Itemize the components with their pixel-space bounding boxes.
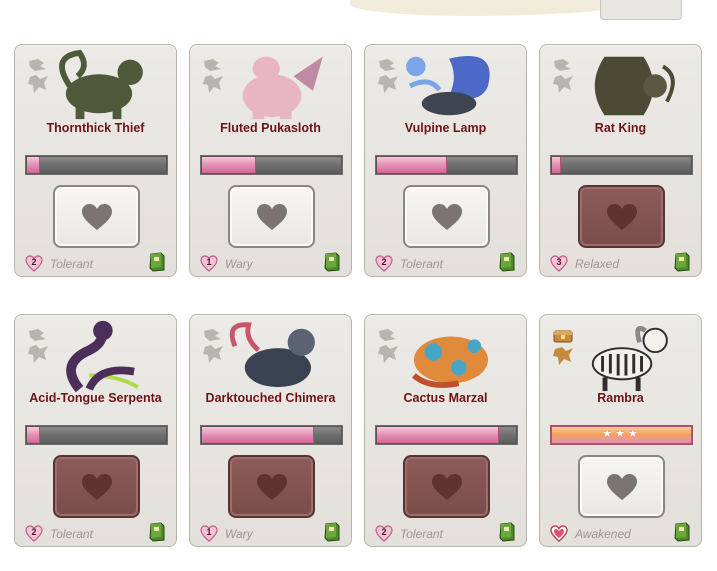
heart-icon <box>256 473 287 500</box>
mood-label: Wary <box>225 527 253 541</box>
mood-level: 2 <box>381 257 387 267</box>
bond-progress-bar <box>200 155 343 175</box>
mood-level: 1 <box>206 527 212 537</box>
bestiary-book-icon[interactable] <box>673 252 691 272</box>
bond-progress-bar <box>200 425 343 445</box>
familiar-card: Cactus Marzal 2 Tolerant <box>364 314 527 547</box>
bestiary-book-icon[interactable] <box>673 522 691 542</box>
dragon-silhouette-icon <box>376 327 402 367</box>
familiar-name: Fluted Pukasloth <box>220 121 321 135</box>
awakened-heart-icon <box>550 525 568 542</box>
heart-icon <box>81 473 112 500</box>
bestiary-book-icon[interactable] <box>323 522 341 542</box>
bond-progress-bar <box>25 425 168 445</box>
mood-label: Tolerant <box>400 527 443 541</box>
familiar-card: Thornthick Thief 2 Tolerant <box>14 44 177 277</box>
mood-indicator: 2 Tolerant <box>375 255 495 273</box>
familiar-name: Cactus Marzal <box>403 391 488 405</box>
familiar-name: Thornthick Thief <box>46 121 145 135</box>
familiar-portrait[interactable] <box>564 47 684 123</box>
dragon-silhouette-icon <box>26 327 52 367</box>
mood-indicator: 1 Wary <box>200 255 320 273</box>
mood-label: Tolerant <box>50 527 93 541</box>
mood-label: Awakened <box>575 527 631 541</box>
familiar-name: Darktouched Chimera <box>205 391 336 405</box>
mood-label: Wary <box>225 257 253 271</box>
bond-heart-button[interactable] <box>403 455 490 518</box>
mood-level: 2 <box>31 257 37 267</box>
familiar-portrait[interactable] <box>564 317 684 393</box>
heart-icon <box>256 203 287 230</box>
mood-label: Relaxed <box>575 257 620 271</box>
heart-icon <box>606 473 637 500</box>
heart-icon <box>431 203 462 230</box>
bond-heart-button[interactable] <box>228 455 315 518</box>
familiar-card: Rambra ★★★ Awakened <box>539 314 702 547</box>
awakened-stars: ★★★ <box>602 427 641 440</box>
background-pillar <box>600 0 682 20</box>
bond-heart-button[interactable] <box>228 185 315 248</box>
familiar-name: Rambra <box>597 391 644 405</box>
familiar-portrait[interactable] <box>39 317 159 393</box>
familiar-name: Rat King <box>594 121 647 135</box>
familiar-portrait[interactable] <box>214 317 334 393</box>
heart-icon <box>606 203 637 230</box>
dragon-silhouette-icon <box>201 327 227 367</box>
mood-indicator: 2 Tolerant <box>25 525 145 543</box>
bond-heart-button[interactable] <box>578 185 665 248</box>
familiar-portrait[interactable] <box>214 47 334 123</box>
heart-icon <box>431 473 462 500</box>
familiar-name: Acid-Tongue Serpenta <box>29 391 162 405</box>
mood-level: 1 <box>206 257 212 267</box>
bond-heart-button[interactable] <box>53 455 140 518</box>
mood-indicator: 2 Tolerant <box>25 255 145 273</box>
mood-indicator: 1 Wary <box>200 525 320 543</box>
familiar-card: Rat King 3 Relaxed <box>539 44 702 277</box>
bestiary-book-icon[interactable] <box>498 522 516 542</box>
mood-label: Tolerant <box>400 257 443 271</box>
bestiary-book-icon[interactable] <box>148 252 166 272</box>
treasure-chest-icon <box>551 327 577 367</box>
mood-level: 2 <box>31 527 37 537</box>
familiar-card: Vulpine Lamp 2 Tolerant <box>364 44 527 277</box>
bond-progress-bar <box>375 425 518 445</box>
bond-progress-bar <box>375 155 518 175</box>
familiar-card: Darktouched Chimera 1 Wary <box>189 314 352 547</box>
mood-indicator: 2 Tolerant <box>375 525 495 543</box>
dragon-silhouette-icon <box>201 57 227 97</box>
bond-heart-button[interactable] <box>578 455 665 518</box>
bond-heart-button[interactable] <box>53 185 140 248</box>
dragon-silhouette-icon <box>376 57 402 97</box>
bond-progress-bar <box>25 155 168 175</box>
familiar-card: Fluted Pukasloth 1 Wary <box>189 44 352 277</box>
dragon-silhouette-icon <box>26 57 52 97</box>
bond-heart-button[interactable] <box>403 185 490 248</box>
heart-icon <box>81 203 112 230</box>
bestiary-book-icon[interactable] <box>498 252 516 272</box>
familiar-name: Vulpine Lamp <box>404 121 487 135</box>
mood-level: 3 <box>556 257 562 267</box>
dragon-silhouette-icon <box>551 57 577 97</box>
familiar-portrait[interactable] <box>389 47 509 123</box>
bestiary-book-icon[interactable] <box>323 252 341 272</box>
bond-progress-bar <box>550 155 693 175</box>
bestiary-book-icon[interactable] <box>148 522 166 542</box>
mood-level: 2 <box>381 527 387 537</box>
mood-indicator: 3 Relaxed <box>550 255 670 273</box>
familiar-portrait[interactable] <box>39 47 159 123</box>
mood-indicator: Awakened <box>550 525 670 543</box>
mood-label: Tolerant <box>50 257 93 271</box>
familiar-portrait[interactable] <box>389 317 509 393</box>
familiar-card: Acid-Tongue Serpenta 2 Tolerant <box>14 314 177 547</box>
bond-progress-bar: ★★★ <box>550 425 693 445</box>
